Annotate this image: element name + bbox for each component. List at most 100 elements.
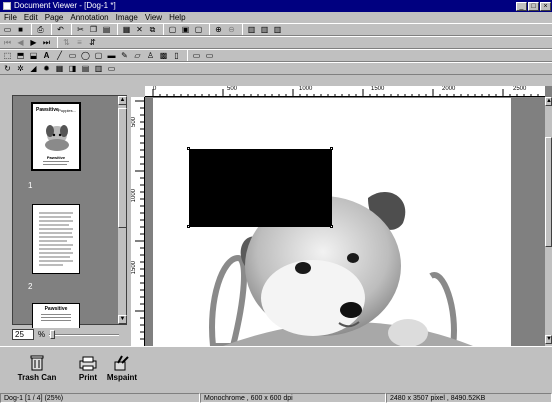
- menu-help[interactable]: Help: [169, 13, 185, 22]
- thumbnail-label-2: 2: [28, 282, 33, 291]
- deskew-icon[interactable]: ◢: [28, 63, 39, 74]
- thumbnail-page-2[interactable]: [32, 204, 80, 274]
- scroll-thumb[interactable]: [545, 137, 552, 247]
- view-full-icon[interactable]: ▥: [272, 24, 283, 35]
- close-button[interactable]: ×: [540, 1, 551, 11]
- highlighter-icon[interactable]: ▱: [132, 50, 143, 61]
- scroll-thumb[interactable]: [118, 108, 127, 228]
- redaction-annotation[interactable]: [189, 149, 332, 227]
- scroll-down-icon[interactable]: ▼: [545, 335, 552, 344]
- annotation-hide-icon[interactable]: ▭: [191, 50, 202, 61]
- invert-icon[interactable]: ◨: [67, 63, 78, 74]
- menu-page[interactable]: Page: [45, 13, 64, 22]
- ruler-label: 0: [153, 86, 157, 92]
- last-page-icon[interactable]: ⏭: [41, 37, 52, 48]
- scroll-up-icon[interactable]: ▲: [118, 96, 127, 105]
- page-sort-icon[interactable]: ⇵: [87, 37, 98, 48]
- image-stamp-icon[interactable]: ▩: [158, 50, 169, 61]
- menu-edit[interactable]: Edit: [24, 13, 38, 22]
- menu-view[interactable]: View: [145, 13, 162, 22]
- select-icon[interactable]: ⬚: [2, 50, 13, 61]
- page-add-icon[interactable]: ▣: [180, 24, 191, 35]
- maximize-button[interactable]: □: [528, 1, 539, 11]
- document-page[interactable]: [153, 98, 511, 346]
- note-icon[interactable]: ▯: [171, 50, 182, 61]
- first-page-icon[interactable]: ⏮: [2, 37, 13, 48]
- thumbnail-page-3[interactable]: Pawsitive: [32, 303, 80, 328]
- page-flip-icon[interactable]: ▤: [80, 63, 91, 74]
- menu-bar: File Edit Page Annotation Image View Hel…: [0, 12, 552, 23]
- minimize-button[interactable]: _: [516, 1, 527, 11]
- line-icon[interactable]: ╱: [54, 50, 65, 61]
- despeckle-icon[interactable]: ✲: [15, 63, 26, 74]
- puppy-thumbnail-image: [45, 125, 69, 151]
- delete-icon[interactable]: ✕: [134, 24, 145, 35]
- save-icon[interactable]: ■: [15, 24, 26, 35]
- view-double-icon[interactable]: ▥: [259, 24, 270, 35]
- thumbnail-page-1[interactable]: Pawsitive Puppies... Pawsitive: [31, 102, 81, 171]
- go-to-page-icon[interactable]: ⇅: [61, 37, 72, 48]
- view-single-icon[interactable]: ▥: [246, 24, 257, 35]
- trash-can-label: Trash Can: [17, 373, 57, 382]
- selection-handle[interactable]: [187, 147, 190, 150]
- document-scrollbar[interactable]: ▲ ▼: [545, 97, 552, 346]
- paste-special-icon[interactable]: ▦: [121, 24, 132, 35]
- thumbnail-title: Pawsitive: [44, 306, 68, 312]
- menu-image[interactable]: Image: [116, 13, 138, 22]
- zoom-slider-thumb[interactable]: [50, 330, 56, 339]
- print-label: Print: [78, 373, 98, 382]
- open-icon[interactable]: ▭: [2, 24, 13, 35]
- next-page-icon[interactable]: ▶: [28, 37, 39, 48]
- toolbar-separator: [31, 24, 32, 35]
- scroll-up-icon[interactable]: ▲: [545, 97, 552, 106]
- tools-panel: Trash Can Print Mspaint: [0, 346, 552, 393]
- text-icon[interactable]: A: [41, 50, 52, 61]
- zoom-slider[interactable]: [49, 329, 120, 340]
- rectangle-icon[interactable]: ▭: [67, 50, 78, 61]
- zoom-out-icon[interactable]: ⊖: [226, 24, 237, 35]
- annotation-show-icon[interactable]: ▭: [204, 50, 215, 61]
- print-icon[interactable]: ⎙: [35, 24, 46, 35]
- filled-rect-icon[interactable]: ▬: [106, 50, 117, 61]
- duplicate-icon[interactable]: ⧉: [147, 24, 158, 35]
- zoom-input[interactable]: 25: [12, 329, 34, 340]
- toolbar-annotation: ⬚ ⬒ ⬓ A ╱ ▭ ◯ ▢ ▬ ✎ ▱ ♙ ▩ ▯ ▭ ▭: [0, 49, 552, 62]
- print-button[interactable]: Print: [75, 355, 101, 382]
- zoom-in-icon[interactable]: ⊕: [213, 24, 224, 35]
- page-list-icon[interactable]: ≡: [74, 37, 85, 48]
- prev-page-icon[interactable]: ◀: [15, 37, 26, 48]
- ruler-label: 1500: [371, 86, 385, 92]
- selection-handle[interactable]: [330, 225, 333, 228]
- toolbar-navigation: ⏮ ◀ ▶ ⏭ ⇅ ≡ ⇵: [0, 36, 552, 49]
- crop-icon[interactable]: ▥: [93, 63, 104, 74]
- selection-handle[interactable]: [187, 225, 190, 228]
- page-remove-icon[interactable]: ▢: [193, 24, 204, 35]
- menu-file[interactable]: File: [4, 13, 17, 22]
- thumbnail-scrollbar[interactable]: ▲ ▼: [117, 96, 127, 324]
- pen-icon[interactable]: ✎: [119, 50, 130, 61]
- page-insert-icon[interactable]: ▢: [167, 24, 178, 35]
- trash-can-button[interactable]: Trash Can: [15, 355, 59, 382]
- ellipse-icon[interactable]: ◯: [80, 50, 91, 61]
- select-area-icon[interactable]: ⬒: [15, 50, 26, 61]
- zoom-unit: %: [38, 330, 46, 339]
- border-removal-icon[interactable]: ▦: [54, 63, 65, 74]
- stamp-icon[interactable]: ♙: [145, 50, 156, 61]
- scroll-down-icon[interactable]: ▼: [118, 315, 127, 324]
- thumbnail-panel: Pawsitive Puppies... Pawsitive 1 2 Pawsi…: [12, 95, 127, 328]
- rounded-rect-icon[interactable]: ▢: [93, 50, 104, 61]
- copy-icon[interactable]: ❐: [88, 24, 99, 35]
- toolbar-separator: [163, 24, 164, 35]
- status-mode: Monochrome , 600 x 600 dpi: [200, 393, 386, 403]
- selection-handle[interactable]: [330, 147, 333, 150]
- paste-icon[interactable]: ▤: [101, 24, 112, 35]
- cut-icon[interactable]: ✂: [75, 24, 86, 35]
- mspaint-button[interactable]: Mspaint: [106, 355, 138, 382]
- rotate-icon[interactable]: ↻: [2, 63, 13, 74]
- status-document: Dog-1 [1 / 4] (25%): [0, 393, 200, 403]
- menu-annotation[interactable]: Annotation: [70, 13, 108, 22]
- brightness-icon[interactable]: ✹: [41, 63, 52, 74]
- resize-icon[interactable]: ▭: [106, 63, 117, 74]
- undo-icon[interactable]: ↶: [55, 24, 66, 35]
- select-multi-icon[interactable]: ⬓: [28, 50, 39, 61]
